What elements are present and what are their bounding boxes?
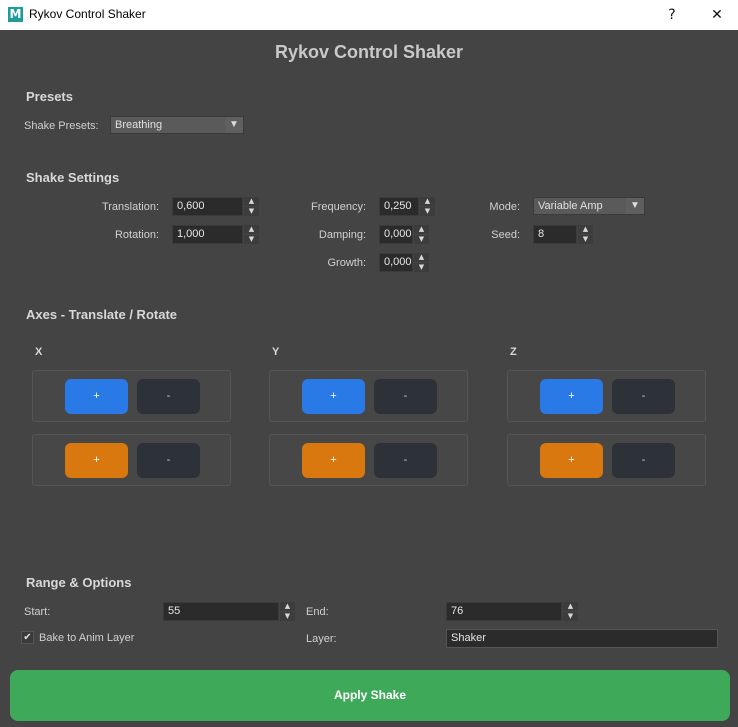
spin-up-icon[interactable]: ▲ bbox=[244, 197, 259, 206]
spin-up-icon[interactable]: ▲ bbox=[414, 225, 429, 234]
bake-checkbox[interactable]: ✔ bbox=[21, 631, 34, 644]
y-translate-group: + - bbox=[269, 370, 468, 422]
y-translate-minus-button[interactable]: - bbox=[374, 379, 437, 414]
spin-up-icon[interactable]: ▲ bbox=[563, 602, 578, 611]
spin-up-icon[interactable]: ▲ bbox=[420, 197, 435, 206]
end-label: End: bbox=[306, 606, 329, 618]
growth-label: Growth: bbox=[327, 257, 366, 269]
growth-input[interactable]: 0,000 bbox=[379, 253, 413, 272]
presets-section-title: Presets bbox=[26, 89, 73, 104]
z-translate-plus-button[interactable]: + bbox=[540, 379, 603, 414]
growth-spinbox[interactable]: 0,000 ▲ ▼ bbox=[379, 253, 429, 272]
start-input[interactable]: 55 bbox=[163, 602, 279, 621]
z-translate-group: + - bbox=[507, 370, 706, 422]
x-translate-group: + - bbox=[32, 370, 231, 422]
mode-dropdown[interactable]: Variable Amp ▼ bbox=[533, 197, 645, 215]
axis-y-label: Y bbox=[272, 346, 280, 358]
axis-z-label: Z bbox=[510, 346, 517, 358]
frequency-label: Frequency: bbox=[310, 201, 366, 213]
mode-value: Variable Amp bbox=[538, 200, 603, 212]
shake-settings-section-title: Shake Settings bbox=[26, 170, 120, 185]
translation-input[interactable]: 0,600 bbox=[172, 197, 243, 216]
spin-up-icon[interactable]: ▲ bbox=[244, 225, 259, 234]
y-rotate-plus-button[interactable]: + bbox=[302, 443, 365, 478]
spin-down-icon[interactable]: ▼ bbox=[244, 207, 259, 216]
spin-down-icon[interactable]: ▼ bbox=[563, 612, 578, 621]
apply-shake-button[interactable]: Apply Shake bbox=[10, 670, 730, 721]
translation-label: Translation: bbox=[101, 201, 159, 213]
z-rotate-minus-button[interactable]: - bbox=[612, 443, 675, 478]
z-rotate-group: + - bbox=[507, 434, 706, 486]
shake-presets-label: Shake Presets: bbox=[24, 120, 99, 132]
z-translate-minus-button[interactable]: - bbox=[612, 379, 675, 414]
spin-up-icon[interactable]: ▲ bbox=[414, 253, 429, 262]
app-icon: M bbox=[8, 7, 23, 22]
damping-spinbox[interactable]: 0,000 ▲ ▼ bbox=[379, 225, 429, 244]
spin-up-icon[interactable]: ▲ bbox=[280, 602, 295, 611]
x-translate-plus-button[interactable]: + bbox=[65, 379, 128, 414]
frequency-spinbox[interactable]: 0,250 ▲ ▼ bbox=[379, 197, 435, 216]
layer-input[interactable]: Shaker bbox=[446, 629, 718, 648]
rotation-label: Rotation: bbox=[114, 229, 159, 241]
end-input[interactable]: 76 bbox=[446, 602, 562, 621]
chevron-down-icon: ▼ bbox=[626, 198, 644, 214]
shake-presets-dropdown[interactable]: Breathing ▼ bbox=[110, 116, 244, 134]
y-rotate-group: + - bbox=[269, 434, 468, 486]
seed-label: Seed: bbox=[491, 229, 520, 241]
title-bar: M Rykov Control Shaker ? ✕ bbox=[0, 0, 738, 30]
x-translate-minus-button[interactable]: - bbox=[137, 379, 200, 414]
seed-input[interactable]: 8 bbox=[533, 225, 577, 244]
start-spinbox[interactable]: 55 ▲ ▼ bbox=[163, 602, 295, 621]
spin-down-icon[interactable]: ▼ bbox=[578, 235, 593, 244]
y-translate-plus-button[interactable]: + bbox=[302, 379, 365, 414]
translation-spinbox[interactable]: 0,600 ▲ ▼ bbox=[172, 197, 259, 216]
spin-down-icon[interactable]: ▼ bbox=[414, 263, 429, 272]
spin-down-icon[interactable]: ▼ bbox=[280, 612, 295, 621]
mode-label: Mode: bbox=[489, 201, 520, 213]
layer-label: Layer: bbox=[306, 633, 337, 645]
page-title: Rykov Control Shaker bbox=[274, 42, 464, 62]
end-spinbox[interactable]: 76 ▲ ▼ bbox=[446, 602, 578, 621]
chevron-down-icon: ▼ bbox=[225, 117, 243, 133]
help-button[interactable]: ? bbox=[657, 4, 687, 26]
spin-up-icon[interactable]: ▲ bbox=[578, 225, 593, 234]
bake-label: Bake to Anim Layer bbox=[39, 632, 135, 644]
z-rotate-plus-button[interactable]: + bbox=[540, 443, 603, 478]
seed-spinbox[interactable]: 8 ▲ ▼ bbox=[533, 225, 593, 244]
range-section-title: Range & Options bbox=[26, 575, 132, 590]
x-rotate-group: + - bbox=[32, 434, 231, 486]
start-label: Start: bbox=[24, 606, 51, 618]
shake-presets-value: Breathing bbox=[115, 119, 163, 131]
window-title: Rykov Control Shaker bbox=[29, 7, 146, 21]
x-rotate-minus-button[interactable]: - bbox=[137, 443, 200, 478]
rotation-spinbox[interactable]: 1,000 ▲ ▼ bbox=[172, 225, 259, 244]
axis-x-label: X bbox=[35, 346, 43, 358]
rotation-input[interactable]: 1,000 bbox=[172, 225, 243, 244]
spin-down-icon[interactable]: ▼ bbox=[244, 235, 259, 244]
damping-label: Damping: bbox=[318, 229, 366, 241]
x-rotate-plus-button[interactable]: + bbox=[65, 443, 128, 478]
spin-down-icon[interactable]: ▼ bbox=[420, 207, 435, 216]
damping-input[interactable]: 0,000 bbox=[379, 225, 413, 244]
close-button[interactable]: ✕ bbox=[702, 4, 732, 26]
axes-section-title: Axes - Translate / Rotate bbox=[26, 307, 177, 322]
frequency-input[interactable]: 0,250 bbox=[379, 197, 419, 216]
y-rotate-minus-button[interactable]: - bbox=[374, 443, 437, 478]
spin-down-icon[interactable]: ▼ bbox=[414, 235, 429, 244]
